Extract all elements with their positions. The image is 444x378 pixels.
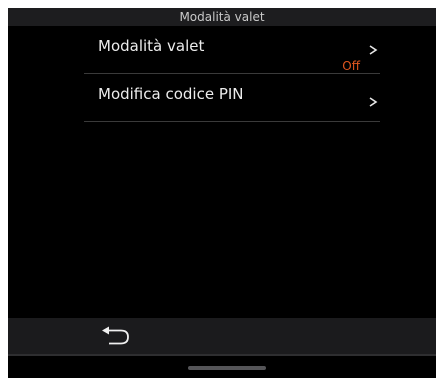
back-arrow-icon: [102, 326, 129, 345]
chevron-right-icon: [369, 97, 378, 107]
back-button[interactable]: [101, 326, 135, 348]
settings-list: Modalità valet Off Modifica codice PIN: [84, 26, 380, 122]
title-bar: Modalità valet: [8, 8, 436, 26]
divider: [8, 354, 436, 356]
page-title: Modalità valet: [179, 10, 265, 24]
list-item-label: Modifica codice PIN: [98, 85, 244, 103]
chevron-right-icon: [369, 45, 378, 55]
list-item-valet-mode[interactable]: Modalità valet Off: [84, 26, 380, 74]
list-item-label: Modalità valet: [98, 37, 205, 55]
home-indicator[interactable]: [188, 366, 266, 370]
list-item-change-pin[interactable]: Modifica codice PIN: [84, 74, 380, 122]
bottom-bar: [8, 318, 436, 354]
status-value: Off: [342, 59, 360, 73]
screen: Modalità valet Modalità valet Off Modifi…: [8, 8, 436, 378]
